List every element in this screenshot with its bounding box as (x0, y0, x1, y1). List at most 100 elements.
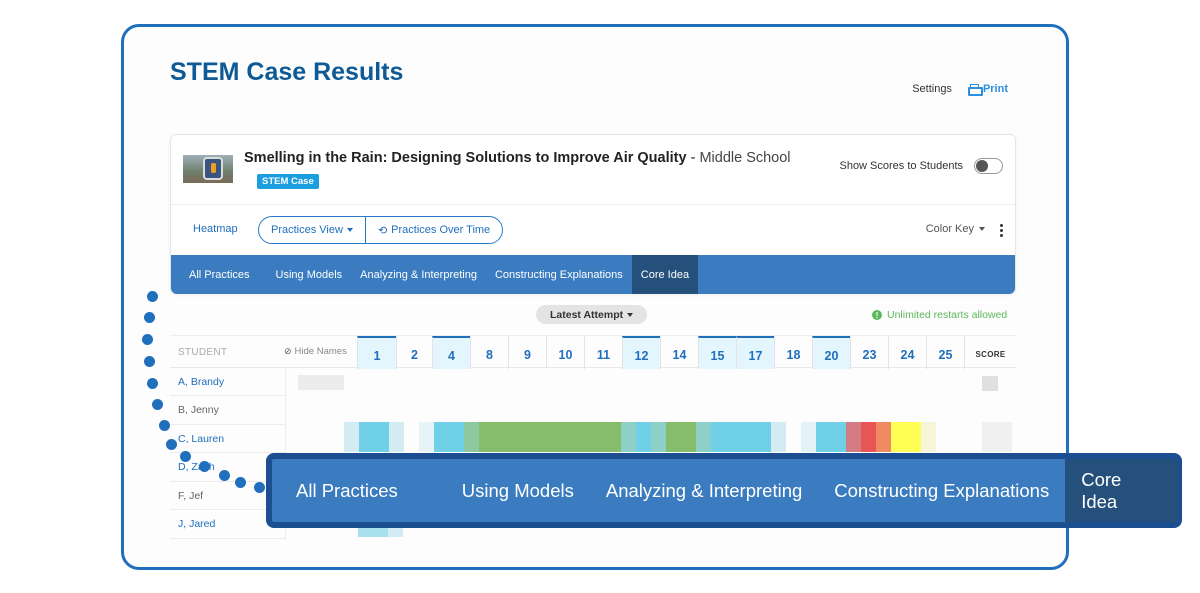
student-column-header: STUDENT (178, 347, 228, 358)
case-title: Smelling in the Rain: Designing Solution… (244, 150, 791, 166)
question-column-1[interactable]: 1 (357, 336, 396, 369)
heatmap-cell[interactable] (621, 422, 636, 452)
callout-tabs-bar: All Practices Using Models Analyzing & Int… (272, 459, 1178, 522)
case-thumbnail (183, 155, 233, 183)
print-label: Print (982, 83, 1008, 95)
question-column-14[interactable]: 14 (660, 336, 698, 369)
callout-tab-analyzing-interpreting[interactable]: Analyzing & Interpreting (590, 459, 818, 522)
question-column-11[interactable]: 11 (584, 336, 622, 369)
print-button[interactable]: Print (967, 83, 1008, 96)
question-column-25[interactable]: 25 (926, 336, 964, 369)
question-column-2[interactable]: 2 (396, 336, 432, 369)
heatmap-cell[interactable] (389, 422, 404, 452)
heatmap-cell[interactable] (846, 422, 861, 452)
table-header: STUDENT ⊘ Hide Names 1 2 4 8 9 10 11 12 14 15 17 18… (170, 335, 1016, 369)
question-column-8[interactable]: 8 (470, 336, 508, 369)
settings-link[interactable]: Settings (912, 83, 952, 95)
connector-dot (142, 334, 153, 345)
practice-tabs: All Practices Using Models Analyzing & Int… (171, 255, 1015, 294)
heatmap-cell[interactable] (358, 528, 388, 537)
heatmap-cell[interactable] (876, 422, 891, 452)
connector-dot (235, 477, 246, 488)
heatmap-cell[interactable] (982, 376, 998, 391)
heatmap-cell[interactable] (298, 375, 344, 390)
connector-dot (166, 439, 177, 450)
heatmap-cell[interactable] (434, 422, 464, 452)
student-row-name[interactable]: C, Lauren (170, 425, 286, 453)
page-title: STEM Case Results (170, 58, 404, 86)
tab-constructing-explanations[interactable]: Constructing Explanations (486, 255, 632, 294)
color-key-dropdown[interactable]: Color Key (926, 223, 985, 235)
question-column-10[interactable]: 10 (546, 336, 584, 369)
callout-tab-all-practices[interactable]: All Practices (272, 459, 446, 522)
heatmap-cell[interactable] (696, 422, 711, 452)
heatmap-cell[interactable] (771, 422, 786, 452)
question-column-17[interactable]: 17 (736, 336, 774, 369)
question-column-20[interactable]: 20 (812, 336, 850, 369)
heatmap-cell[interactable] (861, 422, 876, 452)
question-column-23[interactable]: 23 (850, 336, 888, 369)
heatmap-cell[interactable] (464, 422, 479, 452)
heatmap-cell[interactable] (636, 422, 651, 452)
connector-dot (147, 378, 158, 389)
student-row-name[interactable]: A, Brandy (170, 368, 286, 396)
tab-core-idea[interactable]: Core Idea (631, 255, 699, 294)
top-links: Settings Print (912, 83, 1008, 96)
divider (171, 204, 1015, 205)
connector-dot (219, 470, 230, 481)
callout-tabs-magnified: All Practices Using Models Analyzing & Int… (266, 453, 1182, 528)
caret-down-icon (627, 312, 634, 317)
heatmap-cell[interactable] (816, 422, 846, 452)
heatmap-cell[interactable] (651, 422, 666, 452)
heatmap-cell[interactable] (982, 422, 1012, 452)
practices-over-time-label: Practices Over Time (391, 224, 491, 236)
question-column-4[interactable]: 4 (432, 336, 470, 369)
connector-dot (152, 399, 163, 410)
callout-tab-constructing-explanations[interactable]: Constructing Explanations (818, 459, 1065, 522)
heatmap-cell[interactable] (891, 422, 921, 452)
heatmap-cell[interactable] (666, 422, 696, 452)
tab-using-models[interactable]: Using Models (267, 255, 352, 294)
latest-attempt-label: Latest Attempt (550, 308, 624, 321)
view-button-group: Practices View ⟲ Practices Over Time (258, 216, 504, 244)
practices-over-time-button[interactable]: ⟲ Practices Over Time (364, 217, 502, 243)
restarts-notice: ! Unlimited restarts allowed (872, 309, 1007, 321)
info-icon: ! (872, 310, 882, 320)
question-column-18[interactable]: 18 (774, 336, 812, 369)
question-column-12[interactable]: 12 (622, 336, 660, 369)
question-column-24[interactable]: 24 (888, 336, 926, 369)
connector-dot (159, 420, 170, 431)
heatmap-cell[interactable] (344, 422, 359, 452)
heatmap-cell[interactable] (479, 422, 621, 452)
callout-tab-core-idea[interactable]: Core Idea (1065, 459, 1178, 522)
heatmap-cell[interactable] (388, 528, 403, 537)
caret-down-icon (979, 227, 985, 231)
tab-analyzing-interpreting[interactable]: Analyzing & Interpreting (351, 255, 486, 294)
heatmap-cell[interactable] (419, 422, 434, 452)
practices-view-dropdown[interactable]: Practices View (259, 217, 365, 243)
case-level: Middle School (699, 150, 791, 166)
heatmap-cell[interactable] (711, 422, 771, 452)
more-options-icon[interactable] (1000, 224, 1003, 237)
heatmap-cell[interactable] (921, 422, 936, 452)
question-column-9[interactable]: 9 (508, 336, 546, 369)
eye-slash-icon: ⊘ (284, 346, 292, 356)
tab-all-practices[interactable]: All Practices (171, 255, 267, 294)
connector-dot (180, 451, 191, 462)
heatmap-cell[interactable] (801, 422, 816, 452)
heatmap-link[interactable]: Heatmap (193, 223, 238, 235)
callout-tab-using-models[interactable]: Using Models (446, 459, 590, 522)
color-key-label: Color Key (925, 223, 974, 235)
show-scores-toggle[interactable] (974, 158, 1003, 174)
question-column-15[interactable]: 15 (698, 336, 736, 369)
connector-dot (147, 291, 158, 302)
connector-dot (254, 482, 265, 493)
score-column-header: SCORE (964, 336, 1016, 369)
case-name: Smelling in the Rain: Designing Solution… (244, 150, 687, 166)
stem-case-tag: STEM Case (257, 174, 319, 189)
show-scores-label: Show Scores to Students (839, 160, 963, 172)
latest-attempt-dropdown[interactable]: Latest Attempt (536, 305, 648, 324)
case-card: Smelling in the Rain: Designing Solution… (170, 134, 1016, 294)
heatmap-cell[interactable] (359, 422, 389, 452)
hide-names-toggle[interactable]: ⊘ Hide Names (284, 346, 347, 357)
